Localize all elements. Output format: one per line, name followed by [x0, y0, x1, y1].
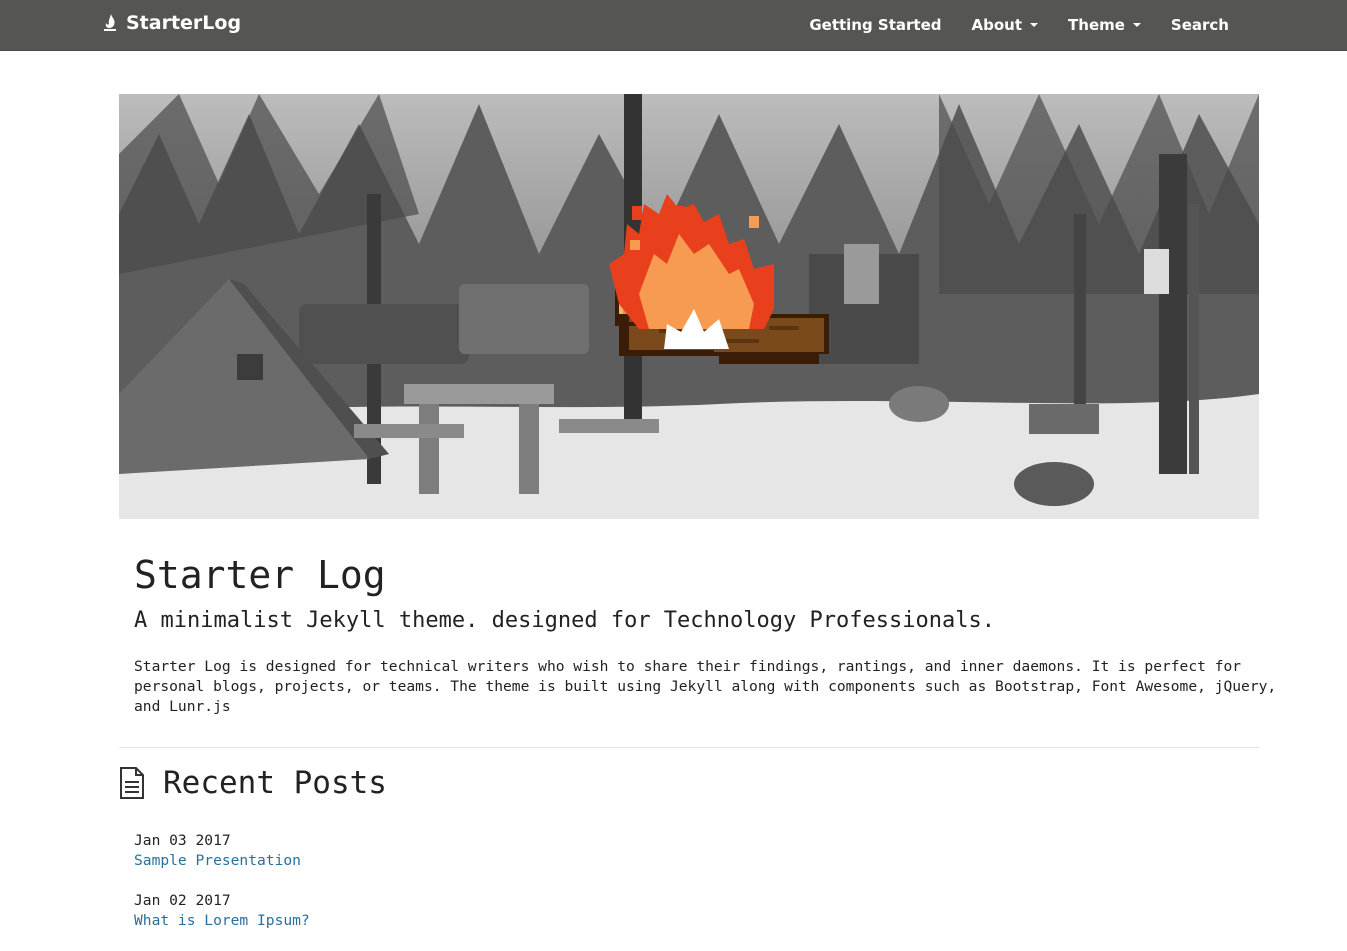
post-title-link[interactable]: Sample Presentation — [134, 851, 301, 871]
recent-posts-heading: Recent Posts — [119, 765, 387, 801]
nav-search[interactable]: Search — [1156, 0, 1244, 50]
main-nav: Getting Started About Theme Search — [794, 0, 1244, 50]
post-date: Jan 02 2017 — [134, 892, 231, 909]
post-date: Jan 03 2017 — [134, 832, 231, 849]
caret-down-icon — [1030, 23, 1039, 27]
section-divider — [119, 747, 1259, 748]
flame-icon — [104, 14, 116, 31]
site-description: Starter Log is designed for technical wr… — [134, 658, 1277, 715]
brand-link[interactable]: StarterLog — [102, 12, 241, 34]
site-title: Starter Log — [134, 553, 386, 597]
recent-posts-title: Recent Posts — [163, 765, 387, 801]
nav-theme-dropdown[interactable]: Theme — [1053, 0, 1156, 50]
nav-search-label: Search — [1170, 16, 1229, 34]
nav-getting-started[interactable]: Getting Started — [794, 0, 956, 50]
nav-about-dropdown[interactable]: About — [957, 0, 1054, 50]
brand-label: StarterLog — [126, 12, 242, 34]
nav-about-label: About — [971, 16, 1023, 34]
caret-down-icon — [1132, 23, 1141, 27]
list-item: Jan 03 2017 Sample Presentation — [134, 831, 301, 871]
site-tagline: A minimalist Jekyll theme. designed for … — [134, 608, 995, 633]
top-navbar: StarterLog Getting Started About Theme S… — [0, 0, 1347, 51]
nav-getting-started-label: Getting Started — [809, 16, 942, 34]
list-item: Jan 02 2017 What is Lorem Ipsum? — [134, 891, 310, 931]
campsite-illustration — [119, 94, 1259, 519]
hero-image — [119, 94, 1259, 519]
post-title-link[interactable]: What is Lorem Ipsum? — [134, 911, 310, 931]
nav-theme-label: Theme — [1068, 16, 1125, 34]
file-text-icon — [120, 767, 144, 799]
